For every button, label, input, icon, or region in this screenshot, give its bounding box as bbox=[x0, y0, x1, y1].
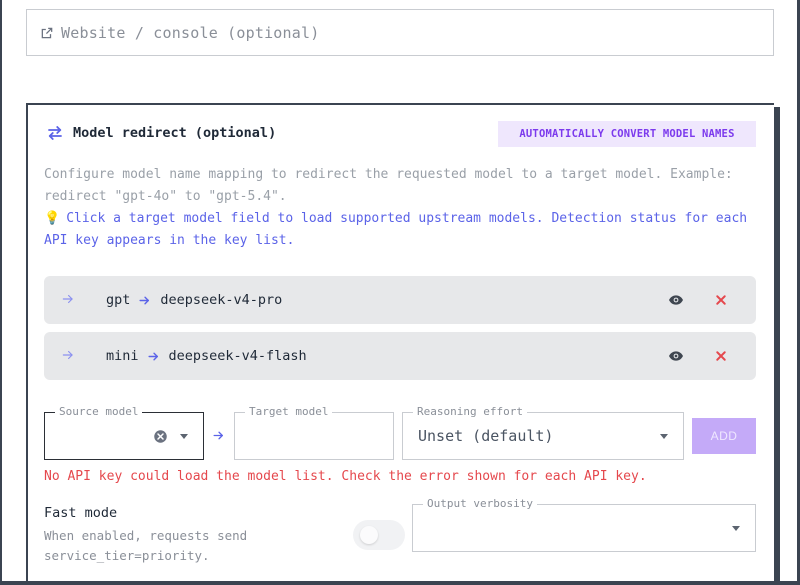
eye-icon[interactable] bbox=[668, 348, 684, 364]
mapping-arrow-icon bbox=[213, 431, 223, 440]
target-model-label: Target model bbox=[245, 405, 333, 419]
output-verbosity-label: Output verbosity bbox=[423, 497, 537, 511]
error-message: No API key could load the model list. Ch… bbox=[44, 469, 647, 484]
mapping-arrow-icon bbox=[147, 352, 158, 360]
target-model-input[interactable]: Target model bbox=[234, 405, 394, 460]
mapping-row: mini deepseek-v4-flash bbox=[44, 332, 756, 380]
add-button[interactable]: ADD bbox=[692, 418, 756, 454]
chevron-down-icon[interactable] bbox=[732, 526, 740, 531]
mapping-row: gpt deepseek-v4-pro bbox=[44, 276, 756, 324]
eye-icon[interactable] bbox=[668, 292, 684, 308]
chevron-down-icon[interactable] bbox=[660, 434, 668, 439]
fast-mode-title: Fast mode bbox=[44, 505, 118, 521]
clear-icon[interactable] bbox=[153, 429, 168, 444]
delete-icon[interactable] bbox=[712, 291, 730, 309]
reasoning-effort-select[interactable]: Reasoning effort Unset (default) bbox=[402, 405, 684, 460]
external-link-icon bbox=[41, 27, 53, 38]
swap-arrows-icon bbox=[48, 126, 62, 140]
auto-convert-badge: AUTOMATICALLY CONVERT MODEL NAMES bbox=[498, 121, 756, 147]
website-field[interactable]: Website / console (optional) bbox=[26, 9, 774, 56]
row-arrow-icon bbox=[62, 350, 73, 360]
chevron-down-icon[interactable] bbox=[180, 434, 188, 439]
website-field-placeholder: Website / console (optional) bbox=[61, 23, 320, 42]
row-arrow-icon bbox=[62, 294, 73, 304]
section-title: Model redirect (optional) bbox=[73, 125, 277, 141]
mapping-target: deepseek-v4-pro bbox=[160, 292, 283, 308]
mapping-source: gpt bbox=[106, 292, 131, 308]
hint-text: 💡 Click a target model field to load supp… bbox=[44, 208, 756, 252]
frame-left-border bbox=[0, 0, 2, 585]
source-model-select[interactable]: Source model bbox=[44, 405, 204, 460]
source-model-label: Source model bbox=[55, 405, 143, 419]
mapping-source: mini bbox=[106, 348, 139, 364]
toggle-knob bbox=[360, 526, 378, 544]
mapping-pair: gpt deepseek-v4-pro bbox=[106, 276, 282, 324]
delete-icon[interactable] bbox=[712, 347, 730, 365]
section-description: Configure model name mapping to redirect… bbox=[44, 167, 733, 204]
lightbulb-icon: 💡 bbox=[44, 211, 61, 226]
section-header: Model redirect (optional) bbox=[46, 124, 276, 142]
hint-label: Click a target model field to load suppo… bbox=[44, 211, 748, 248]
output-verbosity-select[interactable]: Output verbosity bbox=[412, 497, 756, 552]
mapping-arrow-icon bbox=[139, 296, 150, 304]
mapping-pair: mini deepseek-v4-flash bbox=[106, 332, 307, 380]
reasoning-effort-value: Unset (default) bbox=[418, 427, 554, 445]
fast-mode-description: When enabled, requests send service_tier… bbox=[44, 528, 248, 563]
fast-mode-toggle[interactable] bbox=[353, 520, 405, 550]
mapping-target: deepseek-v4-flash bbox=[168, 348, 307, 364]
